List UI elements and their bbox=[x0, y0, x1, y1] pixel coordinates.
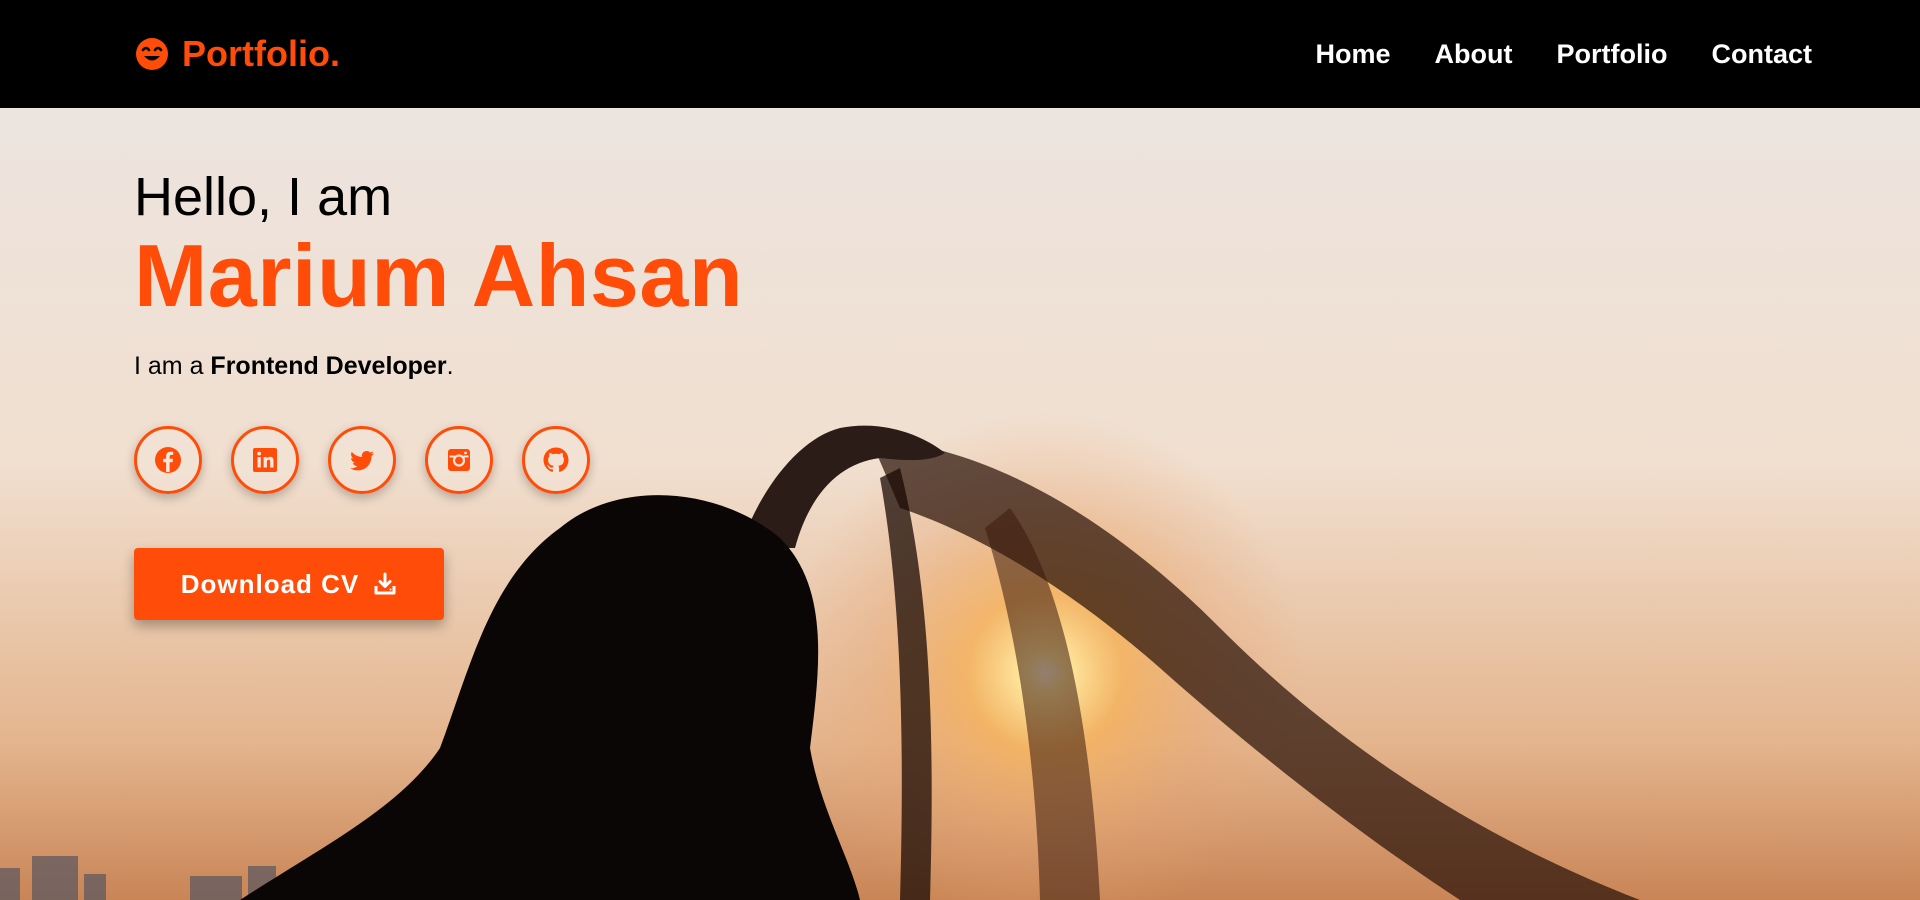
smile-wink-icon bbox=[136, 38, 168, 70]
hero-section: Hello, I am Marium Ahsan I am a Frontend… bbox=[0, 108, 1920, 900]
brand-logo[interactable]: Portfolio. bbox=[134, 33, 340, 75]
linkedin-icon bbox=[253, 448, 277, 472]
hero-content: Hello, I am Marium Ahsan I am a Frontend… bbox=[134, 170, 743, 620]
social-links bbox=[134, 426, 743, 494]
nav-portfolio-link[interactable]: Portfolio bbox=[1557, 39, 1668, 70]
facebook-icon bbox=[155, 447, 181, 473]
github-button[interactable] bbox=[522, 426, 590, 494]
tagline-prefix: I am a bbox=[134, 352, 211, 380]
tagline-role: Frontend Developer bbox=[210, 352, 447, 380]
nav-about-link[interactable]: About bbox=[1435, 39, 1513, 70]
hero-tagline: I am a Frontend Developer. bbox=[134, 352, 743, 381]
brand-name: Portfolio. bbox=[182, 33, 340, 74]
linkedin-button[interactable] bbox=[231, 426, 299, 494]
facebook-button[interactable] bbox=[134, 426, 202, 494]
nav-home-link[interactable]: Home bbox=[1316, 39, 1391, 70]
github-icon bbox=[543, 447, 569, 472]
download-cv-label: Download CV bbox=[180, 568, 360, 599]
instagram-button[interactable] bbox=[425, 426, 493, 494]
twitter-button[interactable] bbox=[328, 426, 396, 494]
hero-name: Marium Ahsan bbox=[134, 226, 744, 325]
nav-contact-link[interactable]: Contact bbox=[1712, 39, 1813, 70]
main-nav: Home About Portfolio Contact bbox=[1316, 39, 1812, 70]
instagram-icon bbox=[448, 449, 470, 471]
twitter-icon bbox=[350, 451, 374, 471]
hero-greeting: Hello, I am bbox=[134, 167, 393, 227]
navbar: Portfolio. Home About Portfolio Contact bbox=[0, 0, 1920, 108]
tagline-suffix: . bbox=[446, 352, 454, 380]
download-icon bbox=[374, 572, 396, 595]
download-cv-button[interactable]: Download CV bbox=[134, 548, 444, 620]
